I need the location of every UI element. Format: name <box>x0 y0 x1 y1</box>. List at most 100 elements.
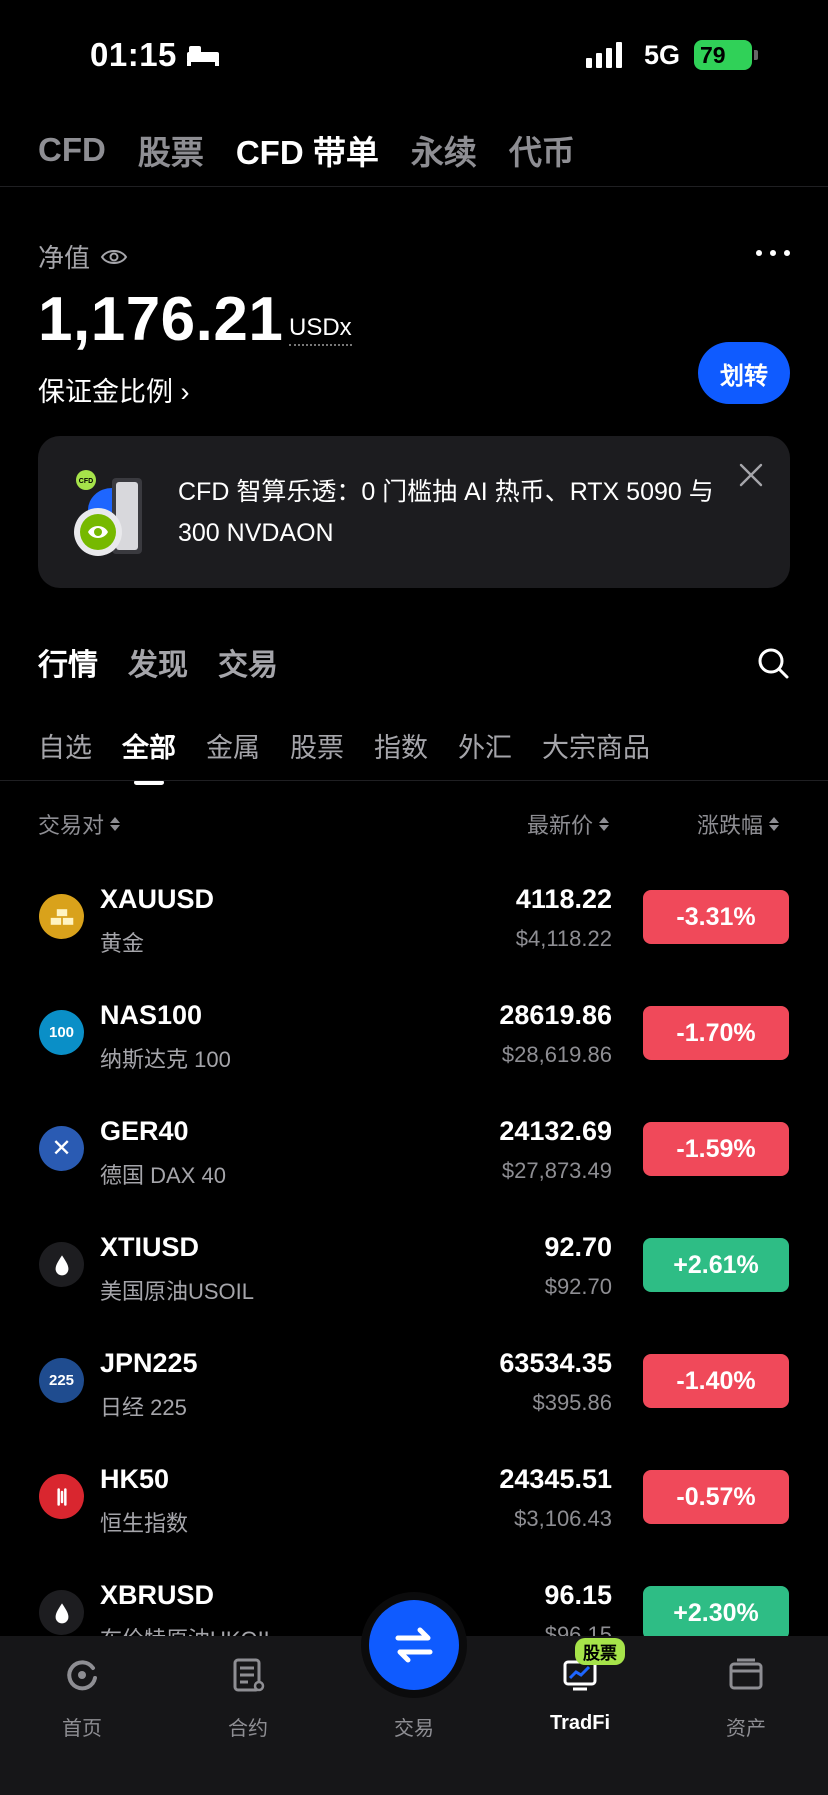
row-usd-price: $92.70 <box>544 1274 612 1299</box>
row-change-badge[interactable]: +2.61% <box>643 1238 789 1292</box>
tab-trade[interactable]: 交易 <box>218 640 278 684</box>
network-type: 5G <box>644 40 681 70</box>
row-change-badge[interactable]: +2.30% <box>643 1586 789 1640</box>
category-tabs: 自选 全部 金属 股票 指数 外汇 大宗商品 <box>38 726 680 765</box>
row-usd-price: $28,619.86 <box>501 1042 612 1067</box>
row-name: 恒生指数 <box>100 1511 189 1536</box>
stock-badge: 股票 <box>575 1638 625 1665</box>
net-value-label: 净值 <box>38 243 91 273</box>
col-price-header[interactable]: 最新价 <box>527 808 610 840</box>
status-time: 01:15 <box>90 36 177 73</box>
row-price: 92.70 <box>544 1232 612 1262</box>
tab-tokens[interactable]: 代币 <box>509 126 575 174</box>
market-row[interactable]: 100 NAS100 纳斯达克 100 28619.86 $28,619.86 … <box>0 972 828 1088</box>
cat-indices[interactable]: 指数 <box>374 726 428 765</box>
row-symbol: JPN225 <box>100 1348 198 1378</box>
more-icon[interactable] <box>756 250 790 256</box>
hk50-icon <box>39 1474 84 1519</box>
sort-icon <box>599 817 610 831</box>
category-divider <box>0 780 828 781</box>
net-value-unit[interactable]: USDx <box>289 314 352 346</box>
row-name: 德国 DAX 40 <box>100 1163 226 1188</box>
row-name: 纳斯达克 100 <box>100 1047 231 1072</box>
market-row[interactable]: ✕ GER40 德国 DAX 40 24132.69 $27,873.49 -1… <box>0 1088 828 1204</box>
cat-commodities[interactable]: 大宗商品 <box>542 726 650 765</box>
top-tabs: CFD 股票 CFD 带单 永续 代币 <box>38 120 607 180</box>
cat-metals[interactable]: 金属 <box>206 726 260 765</box>
row-symbol: HK50 <box>100 1464 170 1494</box>
cellular-signal-icon <box>586 42 622 68</box>
row-change-badge[interactable]: -1.40% <box>643 1354 789 1408</box>
tab-market[interactable]: 行情 <box>38 640 98 684</box>
row-price: 28619.86 <box>499 1000 612 1030</box>
market-row[interactable]: 225 JPN225 日经 225 63534.35 $395.86 -1.40… <box>0 1320 828 1436</box>
tab-cfd[interactable]: CFD <box>38 131 106 169</box>
row-usd-price: $395.86 <box>532 1390 612 1415</box>
banner-text: CFD 智算乐透：0 门槛抽 AI 热币、RTX 5090 与 300 NVDA… <box>178 478 714 547</box>
sleep-focus-icon <box>187 46 219 66</box>
chevron-right-icon: › <box>173 377 190 407</box>
swap-icon <box>395 1627 433 1663</box>
row-symbol: XBRUSD <box>100 1580 215 1610</box>
close-icon[interactable] <box>738 462 764 488</box>
net-value-label-group: 净值 <box>38 238 128 275</box>
row-change-badge[interactable]: -0.57% <box>643 1470 789 1524</box>
cat-forex[interactable]: 外汇 <box>458 726 512 765</box>
col-pair-header[interactable]: 交易对 <box>38 808 121 840</box>
market-row[interactable]: HK50 恒生指数 24345.51 $3,106.43 -0.57% <box>0 1436 828 1552</box>
battery-indicator: 79 <box>694 40 758 70</box>
row-price: 24345.51 <box>499 1464 612 1494</box>
col-change-header[interactable]: 涨跌幅 <box>697 808 780 840</box>
row-price: 96.15 <box>544 1580 612 1610</box>
tab-discover[interactable]: 发现 <box>128 640 188 684</box>
ger40-icon: ✕ <box>39 1126 84 1171</box>
row-name: 日经 225 <box>100 1395 187 1420</box>
market-row[interactable]: XTIUSD 美国原油USOIL 92.70 $92.70 +2.61% <box>0 1204 828 1320</box>
search-icon[interactable] <box>756 646 790 680</box>
net-value: 1,176.21 <box>38 285 284 354</box>
cat-favorites[interactable]: 自选 <box>38 726 92 765</box>
oil-drop-icon <box>39 1590 84 1635</box>
tab-cfd-copy[interactable]: CFD 带单 <box>236 126 379 174</box>
wallet-icon <box>729 1658 763 1690</box>
tab-stocks[interactable]: 股票 <box>138 126 204 174</box>
jpn225-icon: 225 <box>39 1358 84 1403</box>
row-usd-price: $4,118.22 <box>515 926 612 951</box>
row-symbol: NAS100 <box>100 1000 203 1030</box>
market-row[interactable]: XAUUSD 黄金 4118.22 $4,118.22 -3.31% <box>0 856 828 972</box>
cat-all[interactable]: 全部 <box>122 726 176 765</box>
margin-ratio-link[interactable]: 保证金比例 › <box>38 370 190 409</box>
row-name: 黄金 <box>100 931 145 956</box>
row-price: 63534.35 <box>499 1348 612 1378</box>
row-change-badge[interactable]: -1.59% <box>643 1122 789 1176</box>
row-symbol: XAUUSD <box>100 884 215 914</box>
cat-stocks[interactable]: 股票 <box>290 726 344 765</box>
gold-bars-icon <box>39 894 84 939</box>
market-list: XAUUSD 黄金 4118.22 $4,118.22 -3.31% 100 N… <box>0 856 828 1668</box>
trade-fab-button[interactable] <box>369 1600 459 1690</box>
row-name: 美国原油USOIL <box>100 1279 255 1304</box>
contract-icon <box>233 1658 265 1692</box>
row-change-badge[interactable]: -3.31% <box>643 890 789 944</box>
sort-icon <box>769 817 780 831</box>
row-symbol: XTIUSD <box>100 1232 200 1262</box>
nas100-icon: 100 <box>39 1010 84 1055</box>
header-divider <box>0 186 828 187</box>
gpu-promo-icon: CFD <box>74 470 142 556</box>
row-usd-price: $27,873.49 <box>501 1158 612 1183</box>
row-price: 24132.69 <box>499 1116 612 1146</box>
svg-text:CFD: CFD <box>79 478 93 485</box>
row-change-badge[interactable]: -1.70% <box>643 1006 789 1060</box>
status-bar: 01:15 5G 79 <box>0 0 828 110</box>
tab-perpetual[interactable]: 永续 <box>411 126 477 174</box>
row-usd-price: $3,106.43 <box>514 1506 612 1531</box>
section-tabs: 行情 发现 交易 <box>38 640 278 684</box>
oil-drop-icon <box>39 1242 84 1287</box>
row-symbol: GER40 <box>100 1116 189 1146</box>
sort-icon <box>110 817 121 831</box>
transfer-button[interactable]: 划转 <box>698 342 790 404</box>
row-price: 4118.22 <box>515 884 612 914</box>
home-icon <box>67 1660 97 1691</box>
eye-icon[interactable] <box>100 247 128 267</box>
promo-banner[interactable]: CFD CFD 智算乐透：0 门槛抽 AI 热币、RTX 5090 与 300 … <box>38 436 790 588</box>
